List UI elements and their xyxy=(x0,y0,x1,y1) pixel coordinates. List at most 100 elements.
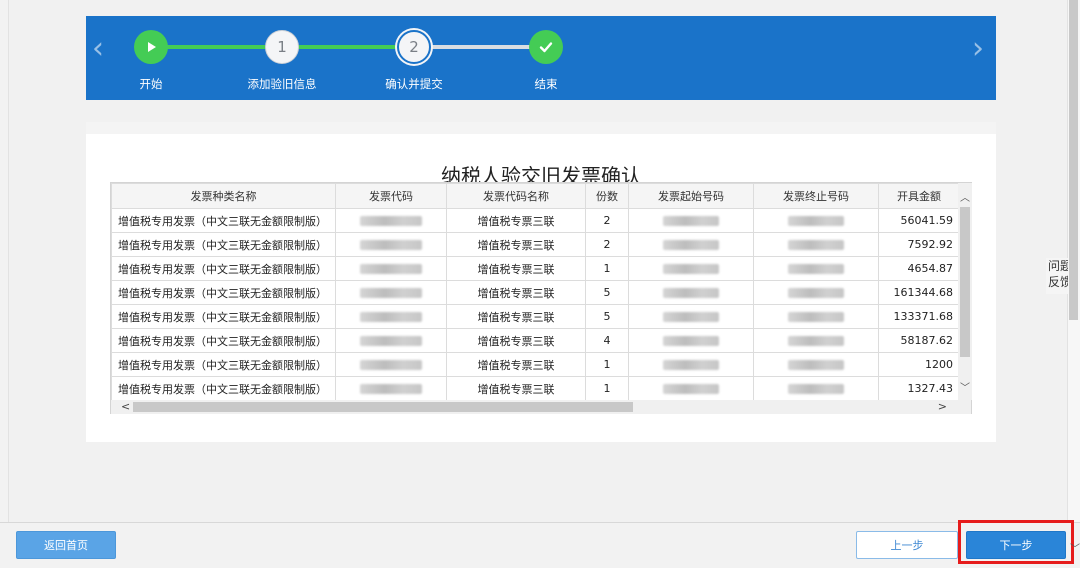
redacted-value xyxy=(663,312,719,322)
code-name-cell: 增值税专票三联 xyxy=(446,328,586,353)
code-name-cell: 增值税专票三联 xyxy=(446,376,586,401)
step-connector xyxy=(151,45,282,49)
footer-bar: 返回首页 上一步 下一步 xyxy=(0,522,1080,568)
step-label-confirm: 确认并提交 xyxy=(385,77,443,91)
redacted-value xyxy=(663,240,719,250)
redacted-value xyxy=(788,264,844,274)
count-cell: 2 xyxy=(585,208,629,233)
column-header[interactable]: 发票起始号码 xyxy=(628,183,754,209)
next-arrow-icon[interactable]: › xyxy=(972,34,984,64)
invoice-code-cell xyxy=(335,328,447,353)
invoice-code-cell xyxy=(335,376,447,401)
step-connector xyxy=(282,45,414,49)
column-header[interactable]: 份数 xyxy=(585,183,629,209)
previous-step-button[interactable]: 上一步 xyxy=(856,531,958,559)
step-start-marker xyxy=(134,30,168,64)
redacted-value xyxy=(788,288,844,298)
table-row[interactable]: 增值税专用发票（中文三联无金额限制版） 增值税专票三联 4 58187.62 xyxy=(111,328,960,353)
code-name-cell: 增值税专票三联 xyxy=(446,256,586,281)
amount-cell: 133371.68 xyxy=(878,304,960,329)
redacted-value xyxy=(360,240,422,250)
table-horizontal-scrollbar[interactable]: < > xyxy=(111,400,971,414)
redacted-value xyxy=(360,216,422,226)
column-header[interactable]: 开具金额 xyxy=(878,183,960,209)
scroll-up-icon[interactable]: ︿ xyxy=(958,189,972,204)
table-vertical-scrollbar[interactable]: ︿ ﹀ xyxy=(958,183,972,400)
count-cell: 1 xyxy=(585,256,629,281)
scrollbar-thumb[interactable] xyxy=(960,207,970,357)
table-row[interactable]: 增值税专用发票（中文三联无金额限制版） 增值税专票三联 2 7592.92 xyxy=(111,232,960,257)
start-number-cell xyxy=(628,256,754,281)
invoice-type-cell: 增值税专用发票（中文三联无金额限制版） xyxy=(111,256,336,281)
column-header[interactable]: 发票代码 xyxy=(335,183,447,209)
redacted-value xyxy=(663,216,719,226)
code-name-cell: 增值税专票三联 xyxy=(446,304,586,329)
highlight-box xyxy=(958,520,1074,564)
start-number-cell xyxy=(628,376,754,401)
column-header[interactable]: 发票种类名称 xyxy=(111,183,336,209)
end-number-cell xyxy=(753,304,879,329)
prev-arrow-icon[interactable]: ‹ xyxy=(92,34,104,64)
end-number-cell xyxy=(753,256,879,281)
back-home-button[interactable]: 返回首页 xyxy=(16,531,116,559)
redacted-value xyxy=(663,360,719,370)
redacted-value xyxy=(788,384,844,394)
column-header[interactable]: 发票代码名称 xyxy=(446,183,586,209)
redacted-value xyxy=(788,240,844,250)
page-scrollbar[interactable] xyxy=(1068,0,1080,522)
invoice-code-cell xyxy=(335,256,447,281)
redacted-value xyxy=(663,336,719,346)
table-header-row: 发票种类名称 发票代码 发票代码名称 份数 发票起始号码 发票终止号码 开具金额 xyxy=(111,183,960,209)
amount-cell: 7592.92 xyxy=(878,232,960,257)
chevron-down-icon: ﹀ xyxy=(1070,544,1080,555)
invoice-code-cell xyxy=(335,304,447,329)
table-row[interactable]: 增值税专用发票（中文三联无金额限制版） 增值税专票三联 1 1200 xyxy=(111,352,960,377)
amount-cell: 4654.87 xyxy=(878,256,960,281)
step-label-add: 添加验旧信息 xyxy=(247,77,317,91)
count-cell: 5 xyxy=(585,280,629,305)
count-cell: 1 xyxy=(585,376,629,401)
scroll-right-icon[interactable]: > xyxy=(938,400,947,414)
redacted-value xyxy=(360,312,422,322)
table-row[interactable]: 增值税专用发票（中文三联无金额限制版） 增值税专票三联 1 4654.87 xyxy=(111,256,960,281)
start-number-cell xyxy=(628,280,754,305)
step-connector xyxy=(414,45,546,49)
invoice-table: 发票种类名称 发票代码 发票代码名称 份数 发票起始号码 发票终止号码 开具金额… xyxy=(110,182,972,414)
invoice-type-cell: 增值税专用发票（中文三联无金额限制版） xyxy=(111,328,336,353)
code-name-cell: 增值税专票三联 xyxy=(446,208,586,233)
step-2-marker: 2 xyxy=(397,30,431,64)
column-header[interactable]: 发票终止号码 xyxy=(753,183,879,209)
redacted-value xyxy=(360,264,422,274)
table-row[interactable]: 增值税专用发票（中文三联无金额限制版） 增值税专票三联 5 161344.68 xyxy=(111,280,960,305)
code-name-cell: 增值税专票三联 xyxy=(446,352,586,377)
scrollbar-thumb[interactable] xyxy=(1069,0,1078,320)
invoice-code-cell xyxy=(335,232,447,257)
count-cell: 4 xyxy=(585,328,629,353)
scroll-left-icon[interactable]: < xyxy=(121,400,130,414)
count-cell: 2 xyxy=(585,232,629,257)
scrollbar-thumb[interactable] xyxy=(133,402,633,412)
amount-cell: 1200 xyxy=(878,352,960,377)
scroll-down-icon[interactable]: ﹀ xyxy=(958,379,972,394)
redacted-value xyxy=(360,360,422,370)
end-number-cell xyxy=(753,328,879,353)
end-number-cell xyxy=(753,280,879,305)
step-label-end: 结束 xyxy=(534,77,558,91)
table-row[interactable]: 增值税专用发票（中文三联无金额限制版） 增值税专票三联 5 133371.68 xyxy=(111,304,960,329)
invoice-code-cell xyxy=(335,208,447,233)
table-row[interactable]: 增值税专用发票（中文三联无金额限制版） 增值税专票三联 2 56041.59 xyxy=(111,208,960,233)
end-number-cell xyxy=(753,232,879,257)
invoice-type-cell: 增值税专用发票（中文三联无金额限制版） xyxy=(111,304,336,329)
redacted-value xyxy=(788,216,844,226)
end-number-cell xyxy=(753,208,879,233)
end-number-cell xyxy=(753,376,879,401)
invoice-type-cell: 增值税专用发票（中文三联无金额限制版） xyxy=(111,352,336,377)
redacted-value xyxy=(663,288,719,298)
amount-cell: 1327.43 xyxy=(878,376,960,401)
table-row[interactable]: 增值税专用发票（中文三联无金额限制版） 增值税专票三联 1 1327.43 xyxy=(111,376,960,401)
count-cell: 1 xyxy=(585,352,629,377)
amount-cell: 161344.68 xyxy=(878,280,960,305)
invoice-type-cell: 增值税专用发票（中文三联无金额限制版） xyxy=(111,232,336,257)
invoice-code-cell xyxy=(335,280,447,305)
step-label-start: 开始 xyxy=(139,77,163,91)
